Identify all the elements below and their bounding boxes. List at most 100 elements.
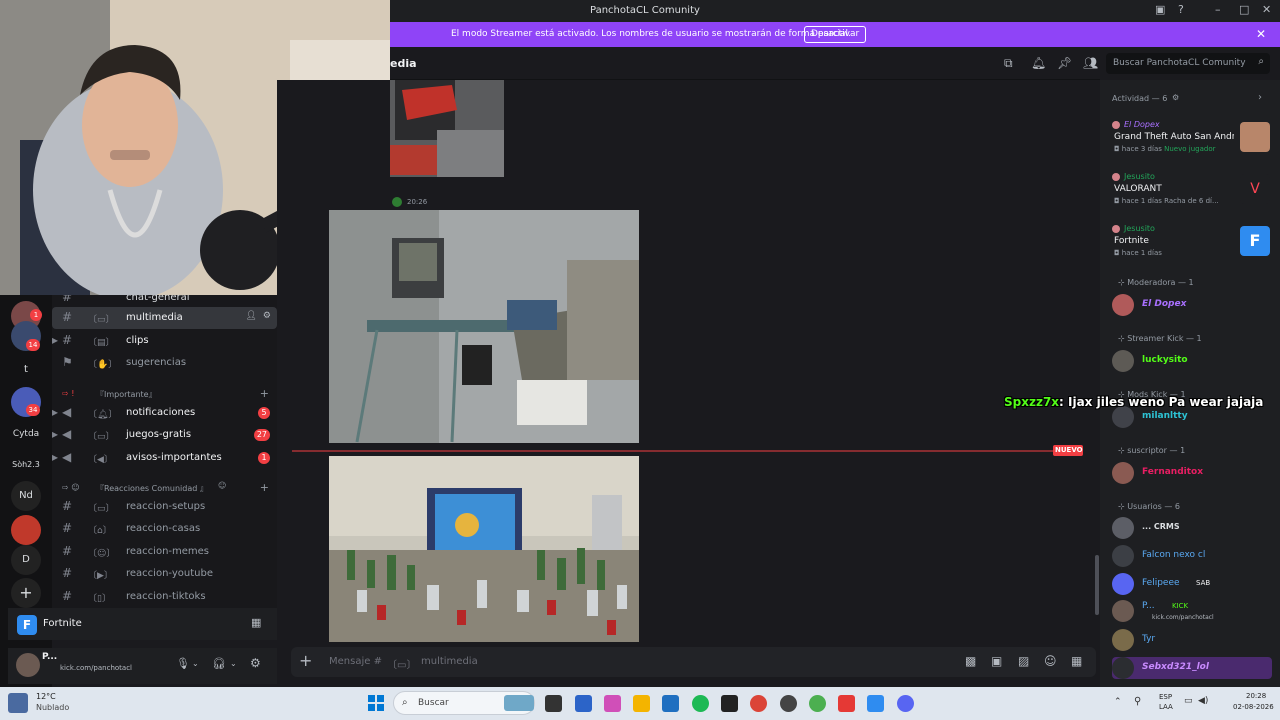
server-icon[interactable]: D [11,545,41,575]
headphones-icon[interactable]: 🎧︎ [212,657,226,670]
apps-icon[interactable]: ▦ [1071,654,1082,668]
server-icon[interactable]: Nd [11,481,41,511]
channel-notificaciones[interactable]: ▸ ◀ 〔🔔︎〕 notificaciones 5 [52,402,277,424]
activity-action-icon[interactable]: ▦ [251,616,261,629]
member-item[interactable]: Felipeee SAB [1112,573,1272,595]
channel-reaccion-memes[interactable]: # 〔☺〕 reaccion-memes [52,541,277,563]
banner-close-icon[interactable]: ✕ [1256,27,1266,41]
image-attachment[interactable] [390,80,504,177]
member-item[interactable]: Tyr [1112,629,1272,651]
taskbar-search-input[interactable]: Buscar [418,698,449,708]
fortnite-icon: F [17,615,37,635]
avatar[interactable] [16,653,40,677]
maximize-icon[interactable]: □ [1239,3,1249,16]
app-icon[interactable] [809,695,826,712]
sticker-icon[interactable]: ▨ [1018,654,1029,668]
taskbar-search[interactable]: ⌕ Buscar [393,691,535,715]
chevron-down-icon[interactable]: ⌄ [230,659,237,668]
volume-icon[interactable]: ◀) [1198,696,1208,706]
member-item[interactable]: El Dopex [1112,294,1272,316]
keyboard-lang[interactable]: ESP [1159,693,1172,701]
image-attachment[interactable] [329,456,639,642]
activity-status-bar[interactable]: F Fortnite ▦ [8,608,277,640]
keyboard-layout[interactable]: LAA [1159,703,1173,711]
invite-icon[interactable]: 👤︎ [246,311,257,321]
folder-icon[interactable] [633,695,650,712]
settings-icon[interactable]: ⚙ [1172,93,1179,102]
discord-icon[interactable] [897,695,914,712]
author-avatar[interactable] [392,197,402,207]
app-icon[interactable] [721,695,738,712]
search-box[interactable]: Buscar PanchotaCL Comunity ⌕ [1106,53,1270,74]
activity-card[interactable]: El Dopex Grand Theft Auto San Andr... ◘ … [1110,120,1270,168]
clock-time[interactable]: 20:28 [1246,692,1266,700]
chevron-right-icon[interactable]: › [1258,92,1262,103]
add-channel-icon[interactable]: + [260,387,269,400]
pin-icon[interactable]: 📌︎ [1057,56,1072,70]
close-window-icon[interactable]: ✕ [1262,3,1271,16]
tray-app-icon[interactable]: ⚲ [1134,696,1141,707]
store-icon[interactable] [575,695,592,712]
server-icon[interactable]: Sòh2.3 [11,450,41,480]
activity-card[interactable]: Jesusito VALORANT ◘ hace 1 días Racha de… [1110,172,1270,220]
minimize-icon[interactable]: – [1215,3,1221,16]
category-reacciones[interactable]: ⇨ ☺ 『Reacciones Comunidad 』 ☺ + [52,480,277,496]
channel-sugerencias[interactable]: ⚑ 〔✋〕 sugerencias [52,352,277,374]
channel-reaccion-casas[interactable]: # 〔⌂〕 reaccion-casas [52,518,277,540]
spotify-icon[interactable] [692,695,709,712]
member-item[interactable]: milanltty [1112,406,1272,428]
image-attachment[interactable] [329,210,639,443]
channel-multimedia[interactable]: # 〔▭〕 multimedia 👤︎ ⚙ [52,307,277,329]
settings-icon[interactable]: ⚙ [263,311,271,321]
channel-avisos-importantes[interactable]: ▸ ◀ 〔◀〕 avisos-importantes 1 [52,447,277,469]
settings-icon[interactable]: ⚙ [250,656,261,670]
server-icon[interactable]: Cytda [11,419,41,449]
channel-reaccion-tiktoks[interactable]: # 〔▯〕 reaccion-tiktoks [52,586,277,608]
channel-reaccion-setups[interactable]: # 〔▭〕 reaccion-setups [52,496,277,518]
add-attachment-icon[interactable]: + [299,651,312,670]
channel-reaccion-youtube[interactable]: # 〔▶〕 reaccion-youtube [52,563,277,585]
network-icon[interactable]: ▭ [1184,696,1193,706]
task-view-icon[interactable] [545,695,562,712]
category-importante[interactable]: ⇨ ! 『Importante』 + [52,386,277,402]
channel-clips[interactable]: ▸ # 〔▤〕 clips [52,330,277,352]
bell-icon[interactable]: 🔔︎ [1031,56,1046,70]
avatar [1112,545,1134,567]
weather-icon[interactable] [8,693,28,713]
members-icon[interactable]: 👥︎ [1083,56,1098,70]
channel-juegos-gratis[interactable]: ▸ ◀ 〔▭〕 juegos-gratis 27 [52,424,277,446]
fortnite-icon[interactable] [867,695,884,712]
disable-streamer-button[interactable]: Desactivar [804,26,867,43]
server-icon[interactable] [11,515,41,545]
server-icon[interactable]: t [11,355,41,385]
add-channel-icon[interactable]: + [260,481,269,494]
scrollbar[interactable] [1095,555,1099,615]
member-item[interactable]: P... KICK kick.com/panchotacl [1112,600,1272,622]
gift-icon[interactable]: ▩ [965,654,976,668]
windows-start-icon[interactable] [368,695,384,711]
inbox-icon[interactable]: ▣ [1155,3,1165,16]
clock-date[interactable]: 02-08-2026 [1233,703,1274,711]
app-icon[interactable] [838,695,855,712]
app-icon[interactable] [662,695,679,712]
member-item[interactable]: Fernanditox [1112,462,1272,484]
threads-icon[interactable]: ⧉ [1004,56,1013,71]
member-item[interactable]: ... CRMS [1112,517,1272,539]
emoji-icon[interactable]: ☺ [1044,654,1057,668]
app-icon[interactable] [604,695,621,712]
member-item[interactable]: Sebxd321_lol [1112,657,1272,679]
gif-icon[interactable]: ▣ [991,654,1002,668]
member-item[interactable]: Falcon nexo cl [1112,545,1272,567]
member-item[interactable]: luckysito [1112,350,1272,372]
app-icon[interactable] [780,695,797,712]
add-server-icon[interactable]: + [11,578,41,608]
activity-card[interactable]: Jesusito Fortnite ◘ hace 1 días F [1110,224,1270,272]
chevron-down-icon[interactable]: ⌄ [192,659,199,668]
tray-chevron-icon[interactable]: ⌃ [1114,697,1122,707]
help-icon[interactable]: ? [1178,3,1184,16]
search-input[interactable]: Buscar PanchotaCL Comunity [1113,58,1246,68]
microphone-icon[interactable]: 🎙︎ [176,657,190,670]
chrome-icon[interactable] [750,695,767,712]
message-composer[interactable]: + Mensaje # 〔▭〕 multimedia ▩ ▣ ▨ ☺ ▦ [291,647,1096,677]
message-input[interactable]: Mensaje # [329,656,382,667]
